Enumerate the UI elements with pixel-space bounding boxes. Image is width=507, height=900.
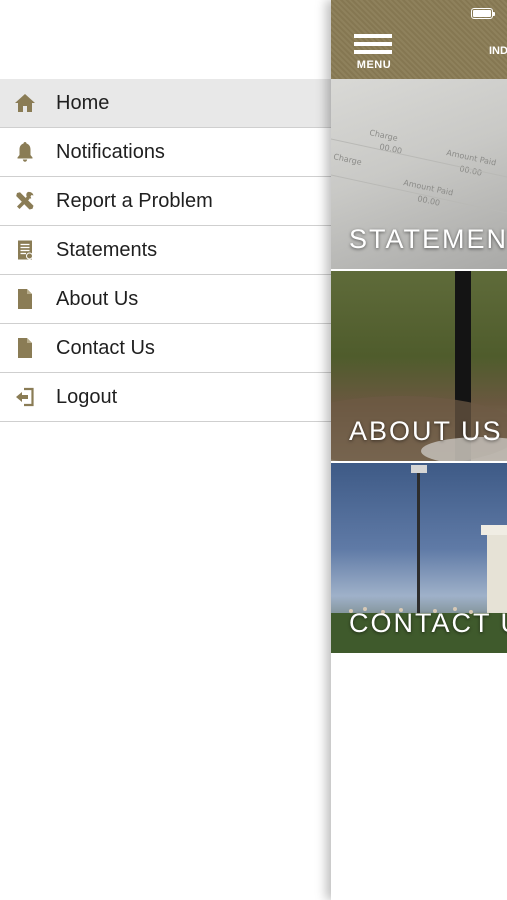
drawer-item-label: Statements <box>56 239 158 261</box>
drawer-item-contact-us[interactable]: Contact Us <box>0 324 331 373</box>
svg-text:Charge: Charge <box>369 128 399 143</box>
tile-statements[interactable]: Charge 00.00 Amount Paid 00.00 Charge Am… <box>331 79 507 269</box>
drawer-item-label: About Us <box>56 288 139 310</box>
drawer-item-label: Home <box>56 92 110 114</box>
statement-icon <box>12 238 38 262</box>
svg-text:Amount Paid: Amount Paid <box>403 178 454 197</box>
tile-about-us[interactable]: ABOUT US <box>331 271 507 461</box>
document-icon <box>12 336 38 360</box>
drawer-menu: Home Notifications Report a Problem Stat… <box>0 79 331 422</box>
hamburger-icon <box>354 34 392 38</box>
main-content-panel: MENU IND Charge 00.00 Amount Paid 00.00 … <box>331 0 507 900</box>
menu-button[interactable]: MENU <box>351 34 397 74</box>
drawer-item-logout[interactable]: Logout <box>0 373 331 422</box>
tile-statements-label: STATEMENTS <box>349 224 507 254</box>
svg-text:Amount Paid: Amount Paid <box>446 148 497 167</box>
app-bar-title: IND <box>489 45 507 57</box>
tools-icon <box>12 189 38 213</box>
tile-contact-us[interactable]: CONTACT US <box>331 463 507 653</box>
battery-icon <box>471 8 495 19</box>
navigation-drawer: Home Notifications Report a Problem Stat… <box>0 0 331 900</box>
bell-icon <box>12 140 38 164</box>
drawer-item-label: Notifications <box>56 141 165 163</box>
drawer-item-notifications[interactable]: Notifications <box>0 128 331 177</box>
drawer-item-report-a-problem[interactable]: Report a Problem <box>0 177 331 226</box>
logout-icon <box>12 385 38 409</box>
menu-caption: MENU <box>356 59 392 71</box>
drawer-item-label: Logout <box>56 386 118 408</box>
drawer-item-label: Report a Problem <box>56 190 213 212</box>
home-icon <box>12 91 38 115</box>
top-app-bar: MENU IND <box>331 0 507 79</box>
svg-text:Charge: Charge <box>333 152 363 167</box>
tile-contact-us-label: CONTACT US <box>349 608 507 638</box>
tile-about-us-label: ABOUT US <box>349 416 503 446</box>
drawer-item-home[interactable]: Home <box>0 79 331 128</box>
drawer-item-statements[interactable]: Statements <box>0 226 331 275</box>
drawer-item-about-us[interactable]: About Us <box>0 275 331 324</box>
document-icon <box>12 287 38 311</box>
drawer-item-label: Contact Us <box>56 337 155 359</box>
